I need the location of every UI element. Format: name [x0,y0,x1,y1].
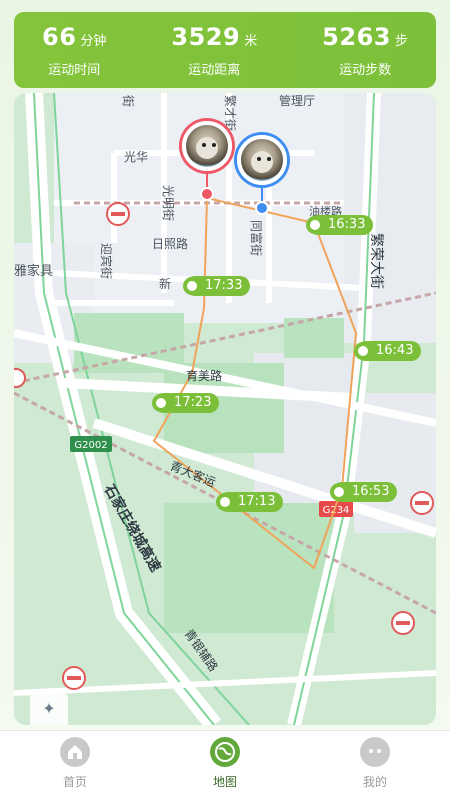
tab-mine[interactable]: 我的 [335,737,415,790]
map-canvas[interactable]: G2002 G234 管理厅 光华 日照路 新 雅家具 育美路 油楼路 青大客运… [14,93,436,725]
dog-eye [212,143,216,147]
end-avatar-marker[interactable] [237,135,287,185]
stat-time-unit: 分钟 [80,33,107,49]
stat-distance-label: 运动距离 [188,62,241,78]
map-view[interactable]: G2002 G234 管理厅 光华 日照路 新 雅家具 育美路 油楼路 青大客运… [14,93,436,725]
time-tag-ring [306,216,324,234]
time-tag-ring [330,483,348,501]
face-icon [360,737,390,767]
stat-steps-value: 5263 [322,22,391,51]
stat-time: 66 分钟 运动时间 [42,23,106,78]
dog-face [196,137,218,159]
green-area-4 [164,503,334,633]
stat-steps: 5263 步 运动步数 [322,23,408,78]
label-yingbin: 迎宾街 [99,243,114,279]
stat-time-value: 66 [42,22,77,51]
label-yajia: 雅家具 [14,263,53,279]
time-tag-ring [354,342,372,360]
dog-face [251,151,273,173]
tab-home-label: 首页 [62,775,87,789]
home-icon [60,737,90,767]
label-rizhao: 日照路 [152,236,188,251]
bottom-tab-bar: 首页 地图 我的 [0,730,450,800]
time-tag-text: 16:53 [352,484,390,499]
globe-icon [210,737,240,767]
label-tongfu: 同富街 [249,220,264,256]
label-xin: 新 [159,276,171,291]
stat-steps-unit: 步 [394,33,408,49]
tab-map[interactable]: 地图 [185,737,265,790]
compass-icon[interactable]: ✦ [30,691,68,725]
label-yumei: 育美路 [186,368,222,383]
stats-card: 66 分钟 运动时间 3529 米 运动距离 5263 步 运动步数 [14,12,436,88]
dog-eye [257,157,261,161]
time-tag-text: 16:43 [376,343,414,358]
stat-distance: 3529 米 运动距离 [171,23,257,78]
label-fanrong: 繁荣大街 [368,233,384,289]
road-shield-g2002: G2002 [70,436,112,452]
end-pin-dot [255,201,269,215]
start-avatar-marker[interactable] [182,121,232,171]
label-guanghua: 光华 [124,150,148,164]
time-tag-text: 17:13 [238,494,276,509]
label-fancai: 繁才街 [223,95,238,131]
time-tag-1633[interactable]: 16:33 [306,215,374,235]
time-tag-ring [183,277,201,295]
time-tag-1653[interactable]: 16:53 [330,482,398,502]
time-tag-ring [216,493,234,511]
tab-map-label: 地图 [212,775,237,789]
time-tag-text: 17:33 [205,278,243,293]
time-tag-ring [152,394,170,412]
time-tag-1643[interactable]: 16:43 [354,341,422,361]
time-tag-text: 16:33 [328,217,366,232]
label-g2002: G2002 [74,440,107,451]
label-guanliting: 管理厅 [279,93,315,108]
dog-eye [202,143,206,147]
stat-time-label: 运动时间 [48,62,101,78]
start-pin-dot [200,187,214,201]
stat-distance-unit: 米 [244,33,258,49]
time-tag-1733[interactable]: 17:33 [183,276,251,296]
stat-steps-label: 运动步数 [339,62,392,78]
time-tag-text: 17:23 [174,395,212,410]
time-tag-1723[interactable]: 17:23 [152,393,220,413]
app-screen: 66 分钟 运动时间 3529 米 运动距离 5263 步 运动步数 G2002… [0,0,450,800]
label-jie: 街 [121,95,135,107]
dog-eye [267,157,271,161]
label-guangming: 光明街 [161,185,175,221]
tab-home[interactable]: 首页 [35,737,115,790]
tab-mine-label: 我的 [362,775,387,789]
stat-distance-value: 3529 [171,22,241,51]
time-tag-1713[interactable]: 17:13 [216,492,284,512]
